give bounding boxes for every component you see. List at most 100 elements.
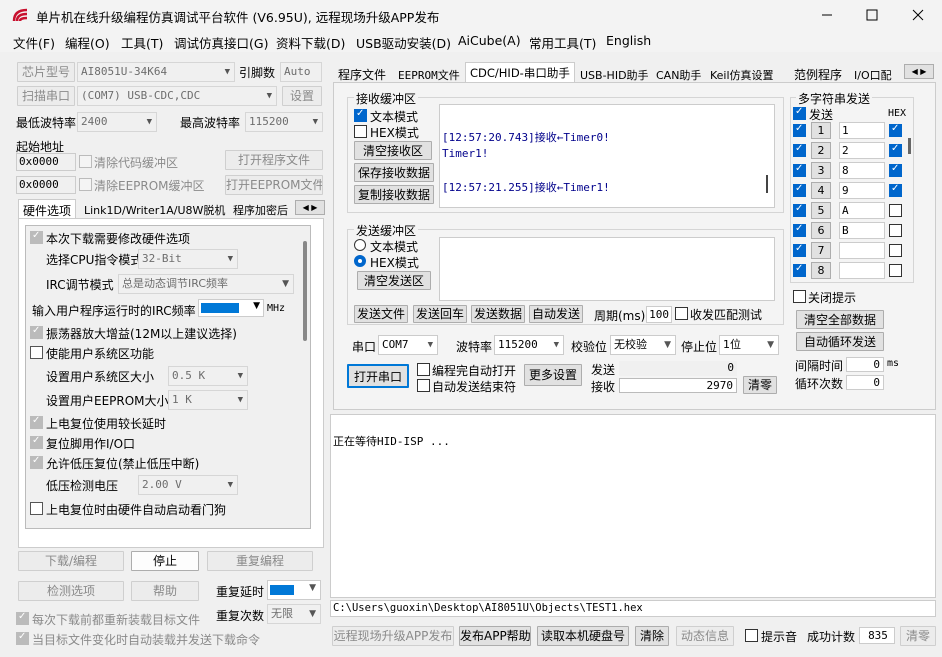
eeprom-address-field[interactable]: 0x0000 <box>16 176 76 194</box>
recv-text-mode-checkbox[interactable] <box>354 108 367 122</box>
code-address-field[interactable]: 0x0000 <box>16 153 76 171</box>
options-scrollbar[interactable] <box>303 241 307 341</box>
match-test-checkbox[interactable] <box>675 307 688 320</box>
row4-data-input[interactable]: 9 <box>839 182 885 199</box>
scan-port-button[interactable]: 扫描串口 <box>17 86 75 106</box>
row6-data-input[interactable]: B <box>839 222 885 239</box>
irc-mode-select[interactable]: 总是动态调节IRC频率 ▼ <box>118 274 294 294</box>
menu-debug[interactable]: 调试仿真接口(G) <box>174 33 268 52</box>
osc-gain-checkbox[interactable] <box>30 325 43 339</box>
tab-scroll-arrows-icon[interactable]: ◀ ▶ <box>904 64 934 79</box>
menu-aicube[interactable]: AiCube(A) <box>458 33 521 48</box>
stop-bits-select[interactable]: 1位 ▼ <box>719 335 779 355</box>
row4-send-button[interactable]: 4 <box>811 182 831 199</box>
chip-model-select[interactable]: AI8051U-34K64 ▼ <box>77 62 235 82</box>
row2-hex-checkbox[interactable] <box>889 143 902 157</box>
interval-input[interactable]: 0 <box>846 357 884 372</box>
menu-file[interactable]: 文件(F) <box>13 33 55 52</box>
serial-port-select[interactable]: COM7 ▼ <box>378 335 438 355</box>
loop-count-input[interactable]: 0 <box>846 375 884 390</box>
menu-tools[interactable]: 工具(T) <box>121 33 163 52</box>
clear-code-checkbox[interactable] <box>79 155 92 168</box>
receive-text-area[interactable]: [12:57:20.743]接收←Timer0! Timer1! [12:57:… <box>439 104 775 208</box>
recv-hex-mode-checkbox[interactable] <box>354 125 367 138</box>
period-input[interactable]: 100 <box>646 306 672 323</box>
row6-hex-checkbox[interactable] <box>889 224 902 237</box>
dynamic-info-button[interactable]: 动态信息 <box>676 626 734 646</box>
eeprom-size-select[interactable]: 1 K ▼ <box>168 390 248 410</box>
open-eeprom-file-button[interactable]: 打开EEPROM文件 <box>225 175 323 195</box>
row7-send-button[interactable]: 7 <box>811 242 831 259</box>
save-receive-button[interactable]: 保存接收数据 <box>354 163 434 182</box>
auto-open-checkbox[interactable] <box>417 363 430 376</box>
row5-data-input[interactable]: A <box>839 202 885 219</box>
tab-scroll-arrows-icon[interactable]: ◀ ▶ <box>295 200 325 215</box>
row4-send-checkbox[interactable] <box>793 183 806 197</box>
row2-send-button[interactable]: 2 <box>811 142 831 159</box>
auto-send-button[interactable]: 自动发送 <box>529 305 583 323</box>
zero-count-button[interactable]: 清零 <box>900 626 936 646</box>
send-data-button[interactable]: 发送数据 <box>471 305 525 323</box>
row1-hex-checkbox[interactable] <box>889 123 902 137</box>
row7-data-input[interactable] <box>839 242 885 259</box>
row5-hex-checkbox[interactable] <box>889 204 902 217</box>
multi-send-all-checkbox[interactable] <box>793 106 806 120</box>
parity-select[interactable]: 无校验 ▼ <box>610 335 676 355</box>
maximize-icon[interactable] <box>865 8 879 22</box>
send-enter-button[interactable]: 发送回车 <box>413 305 467 323</box>
tab-program-encrypt[interactable]: 程序加密后 <box>229 200 292 220</box>
long-reset-delay-checkbox[interactable] <box>30 415 43 429</box>
more-settings-button[interactable]: 更多设置 <box>524 364 582 386</box>
clear-eeprom-checkbox[interactable] <box>79 178 92 191</box>
remote-upgrade-button[interactable]: 远程现场升级APP发布 <box>332 626 454 646</box>
open-port-button[interactable]: 打开串口 <box>347 364 409 388</box>
reset-pin-io-checkbox[interactable] <box>30 435 43 449</box>
row1-data-input[interactable]: 1 <box>839 122 885 139</box>
settings-button[interactable]: 设置 <box>282 86 322 106</box>
auto-loop-send-button[interactable]: 自动循环发送 <box>796 332 884 351</box>
row8-data-input[interactable] <box>839 262 885 279</box>
stop-button[interactable]: 停止 <box>131 551 199 571</box>
row4-hex-checkbox[interactable] <box>889 183 902 197</box>
row8-send-checkbox[interactable] <box>793 263 806 277</box>
row5-send-checkbox[interactable] <box>793 203 806 217</box>
auto-send-end-checkbox[interactable] <box>417 379 430 392</box>
help-button[interactable]: 帮助 <box>131 581 199 601</box>
row8-hex-checkbox[interactable] <box>889 264 902 277</box>
close-hint-checkbox[interactable] <box>793 290 806 303</box>
row8-send-button[interactable]: 8 <box>811 262 831 279</box>
row3-hex-checkbox[interactable] <box>889 163 902 177</box>
row6-send-button[interactable]: 6 <box>811 222 831 239</box>
irc-freq-input[interactable]: ▼ <box>198 299 264 317</box>
send-text-mode-radio[interactable] <box>354 239 366 251</box>
max-baud-select[interactable]: 115200 ▼ <box>245 112 323 132</box>
row7-send-checkbox[interactable] <box>793 243 806 257</box>
row3-data-input[interactable]: 8 <box>839 162 885 179</box>
close-icon[interactable] <box>911 8 925 22</box>
modify-hw-checkbox[interactable] <box>30 230 43 244</box>
reload-before-download-checkbox[interactable] <box>16 611 29 625</box>
cpu-mode-select[interactable]: 32-Bit ▼ <box>138 249 238 269</box>
minimize-icon[interactable] <box>820 8 834 22</box>
low-voltage-reset-checkbox[interactable] <box>30 455 43 469</box>
baud-rate-select[interactable]: 115200 ▼ <box>494 335 564 355</box>
download-program-button[interactable]: 下载/编程 <box>18 551 124 571</box>
auto-reload-checkbox[interactable] <box>16 631 29 645</box>
row3-send-checkbox[interactable] <box>793 163 806 177</box>
menu-english[interactable]: English <box>606 33 651 48</box>
open-program-file-button[interactable]: 打开程序文件 <box>225 150 323 170</box>
tab-cdc-hid-serial[interactable]: CDC/HID-串口助手 <box>465 62 575 82</box>
row3-send-button[interactable]: 3 <box>811 162 831 179</box>
output-log[interactable]: 正在等待HID-ISP ... <box>330 414 936 598</box>
receive-scrollbar[interactable] <box>766 175 768 193</box>
sys-area-size-select[interactable]: 0.5 K ▼ <box>168 366 248 386</box>
port-select[interactable]: (COM7) USB-CDC,CDC ▼ <box>77 86 277 106</box>
row2-data-input[interactable]: 2 <box>839 142 885 159</box>
menu-common-tools[interactable]: 常用工具(T) <box>529 33 596 52</box>
row6-send-checkbox[interactable] <box>793 223 806 237</box>
send-file-button[interactable]: 发送文件 <box>354 305 408 323</box>
clear-receive-button[interactable]: 清空接收区 <box>354 141 432 160</box>
copy-receive-button[interactable]: 复制接收数据 <box>354 185 434 204</box>
repeat-delay-select[interactable]: ▼ <box>267 580 321 600</box>
tab-link1d[interactable]: Link1D/Writer1A/U8W脱机 <box>80 200 229 220</box>
